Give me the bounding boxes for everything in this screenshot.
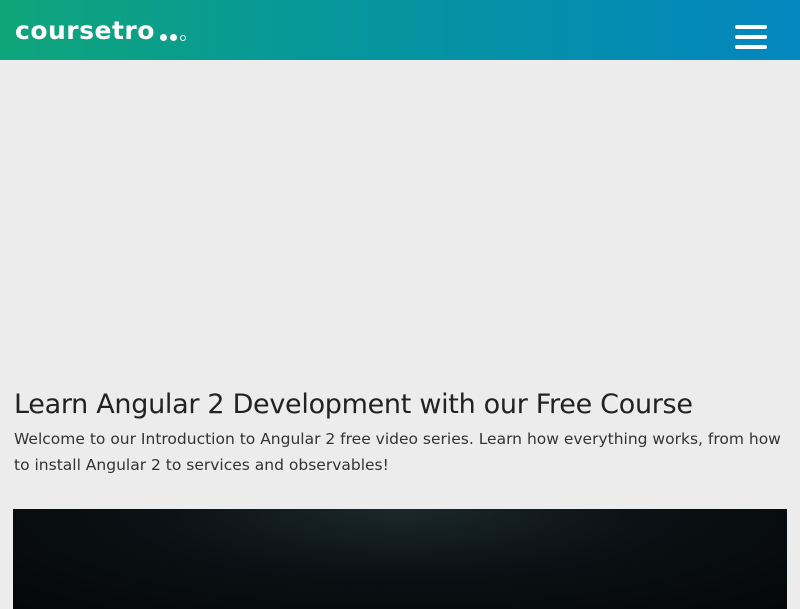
logo-dot — [159, 34, 167, 41]
logo-dot — [169, 34, 177, 41]
course-title: Learn Angular 2 Development with our Fre… — [14, 389, 693, 420]
logo-hollow-dot — [179, 35, 186, 41]
menu-line-icon — [735, 45, 767, 49]
menu-line-icon — [735, 35, 767, 39]
logo-dots-icon — [159, 34, 189, 43]
coursetro-logo[interactable]: coursetro — [15, 18, 189, 43]
menu-line-icon — [735, 25, 767, 29]
course-description: Welcome to our Introduction to Angular 2… — [14, 430, 781, 474]
hamburger-menu-button[interactable] — [735, 25, 767, 49]
video-player[interactable] — [13, 509, 787, 609]
logo-text: coursetro — [15, 16, 155, 45]
top-navigation-bar: coursetro — [0, 0, 800, 60]
